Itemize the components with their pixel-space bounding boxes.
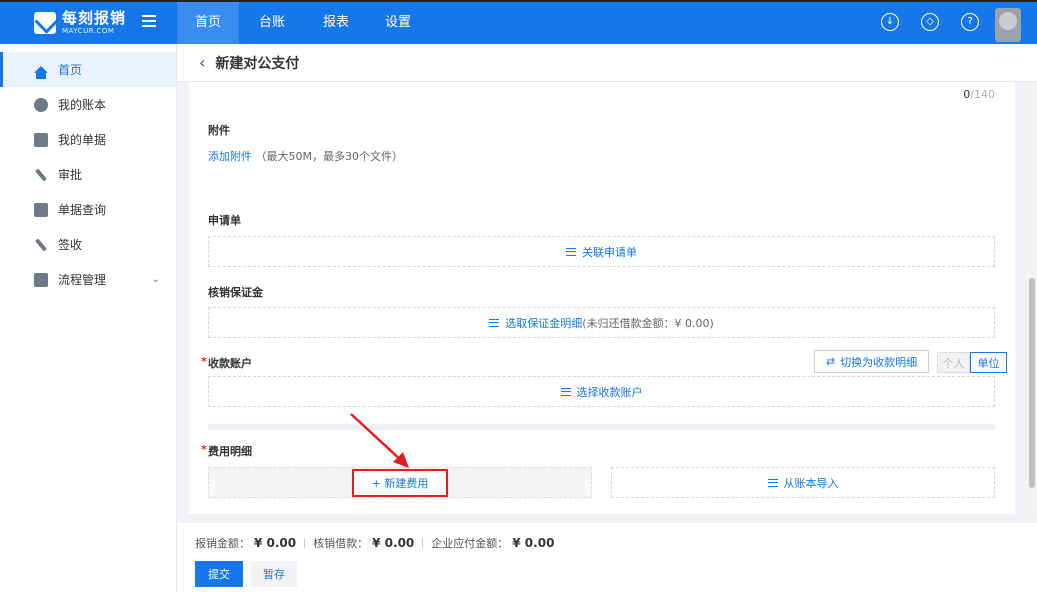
sidebar-item-label: 流程管理: [58, 273, 107, 287]
sidebar-item-approval[interactable]: 审批: [0, 157, 176, 192]
cube-icon[interactable]: ◇: [921, 13, 939, 31]
list-icon: [489, 318, 500, 327]
deposit-label: 核销保证金: [208, 286, 263, 299]
expense-label: * 费用明细: [201, 443, 252, 458]
sidebar-item-label: 签收: [58, 238, 83, 252]
sidebar-item-sign[interactable]: 签收: [0, 227, 176, 262]
sidebar-item-flow[interactable]: 流程管理 ⌄: [0, 262, 176, 297]
select-account-button[interactable]: 选择收款账户: [208, 376, 995, 407]
payable-amount: ¥ 0.00: [512, 536, 555, 550]
sidebar-item-label: 我的单据: [58, 133, 107, 147]
writeoff-amount: ¥ 0.00: [372, 536, 415, 550]
top-nav: 首页 台账 报表 设置: [177, 2, 429, 44]
flow-icon: [34, 272, 48, 287]
tab-ledger[interactable]: 台账: [239, 2, 305, 44]
search-doc-icon: [34, 202, 48, 217]
tab-settings[interactable]: 设置: [367, 2, 429, 44]
tab-home[interactable]: 首页: [177, 2, 239, 44]
form-area: 0/140 附件 添加附件 （最大50M，最多30个文件） 申请单 关联申请单 …: [177, 82, 1027, 515]
download-icon[interactable]: ↓: [881, 13, 899, 31]
attachment-label: 附件: [208, 124, 230, 137]
list-icon: [767, 478, 778, 487]
sidebar-item-label: 单据查询: [58, 203, 107, 217]
form-card: 0/140 附件 添加附件 （最大50M，最多30个文件） 申请单 关联申请单 …: [189, 82, 1015, 514]
list-icon: [560, 387, 571, 396]
tab-reports[interactable]: 报表: [305, 2, 367, 44]
pen-icon: [34, 167, 48, 182]
attachment-hint: （最大50M，最多30个文件）: [255, 150, 403, 163]
new-expense-button[interactable]: + 新建费用: [351, 468, 449, 497]
sidebar-item-label: 首页: [58, 63, 83, 77]
section-divider: [208, 424, 995, 430]
sidebar-item-doc-query[interactable]: 单据查询: [0, 192, 176, 227]
save-draft-button[interactable]: 暂存: [251, 561, 297, 587]
totals: 报销金额： ¥ 0.00 核销借款： ¥ 0.00 企业应付金额： ¥ 0.00: [195, 536, 555, 550]
char-counter: 0/140: [963, 88, 995, 101]
brand-logo[interactable]: 每刻报销 MAYCUR.COM: [34, 11, 126, 35]
menu-collapse-icon[interactable]: [142, 15, 156, 29]
sidebar-item-documents[interactable]: 我的单据: [0, 122, 176, 157]
scrollbar-thumb[interactable]: [1029, 278, 1035, 488]
ledger-icon: [34, 97, 48, 112]
footer-bar: 报销金额： ¥ 0.00 核销借款： ¥ 0.00 企业应付金额： ¥ 0.00 提交…: [177, 523, 1037, 592]
annotation-arrow-icon: [350, 413, 409, 468]
import-from-ledger-button[interactable]: 从账本导入: [611, 467, 995, 498]
chevron-down-icon: ⌄: [151, 274, 160, 285]
payee-type-personal[interactable]: 个人: [937, 352, 970, 373]
avatar[interactable]: [995, 8, 1021, 42]
page-header: ‹ 新建对公支付: [177, 44, 1037, 82]
account-label: * 收款账户: [201, 355, 252, 370]
submit-button[interactable]: 提交: [195, 561, 243, 587]
help-icon[interactable]: ?: [961, 13, 979, 31]
sign-icon: [34, 237, 48, 252]
payee-type-unit[interactable]: 单位: [970, 352, 1007, 373]
sidebar: 首页 我的账本 我的单据 审批 单据查询 签收 流程管理 ⌄: [0, 44, 177, 592]
brand-name: 每刻报销: [62, 9, 127, 27]
sidebar-item-ledger[interactable]: 我的账本: [0, 87, 176, 122]
scrollbar[interactable]: [1027, 82, 1037, 515]
select-deposit-button[interactable]: 选取保证金明细 (未归还借款金额：¥ 0.00): [208, 307, 995, 338]
sidebar-item-label: 审批: [58, 168, 83, 182]
switch-to-payee-details-button[interactable]: ⇄ 切换为收款明细: [814, 350, 929, 373]
link-application-button[interactable]: 关联申请单: [208, 236, 995, 267]
switch-arrows-icon: ⇄: [825, 355, 836, 368]
list-icon: [566, 247, 576, 256]
add-attachment-link[interactable]: 添加附件: [208, 150, 252, 163]
top-bar: 每刻报销 MAYCUR.COM 首页 台账 报表 设置 ↓ ◇ ?: [0, 0, 1037, 44]
reimburse-amount: ¥ 0.00: [254, 536, 297, 550]
sidebar-item-home[interactable]: 首页: [0, 52, 176, 87]
brand-domain: MAYCUR.COM: [62, 27, 115, 35]
sidebar-item-label: 我的账本: [58, 98, 107, 112]
page-title: 新建对公支付: [215, 55, 300, 72]
document-icon: [34, 132, 48, 147]
maycur-logo-icon: [34, 12, 56, 34]
plus-icon: +: [371, 476, 385, 490]
application-label: 申请单: [208, 214, 241, 227]
back-icon[interactable]: ‹: [199, 53, 205, 72]
home-icon: [34, 66, 48, 79]
